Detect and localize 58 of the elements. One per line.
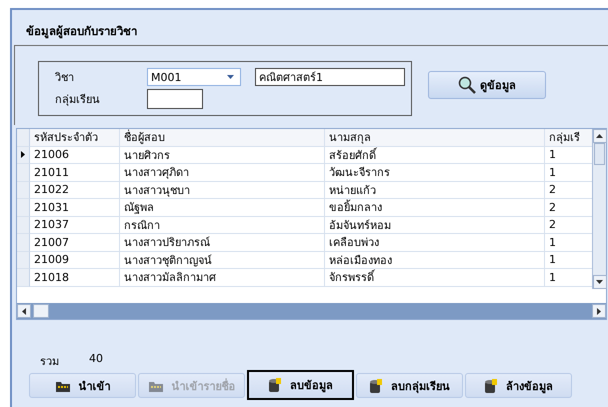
table-cell: กรณิกา [120,216,325,234]
table-cell: 21037 [30,216,120,234]
table-cell: ณัฐพล [120,199,325,216]
total-label: รวม [40,354,59,366]
action-button[interactable]: ลบข้อมูล [247,370,354,400]
horizontal-scrollbar[interactable] [17,303,606,319]
table-cell: 21022 [30,182,120,199]
table-cell: นางสาวชุติกาญจน์ [120,252,325,269]
table-cell: หน่ายแก้ว [325,182,545,199]
column-header[interactable]: นามสกุล [325,129,545,146]
column-header[interactable]: รหัสประจำตัว [30,129,120,146]
vertical-scrollbar[interactable] [592,129,606,289]
database-icon [369,378,383,394]
view-data-button[interactable]: ดูข้อมูล [428,71,546,99]
scroll-thumb[interactable] [33,304,49,318]
database-icon [484,378,498,394]
search-icon [458,76,476,94]
table-cell: 21018 [30,269,120,286]
window-title: ข้อมูลผู้สอบกับรายวิชา [25,23,138,40]
table-cell: นางสาวปริยาภรณ์ [120,234,325,252]
column-header[interactable]: กลุ่มเรี [545,129,594,146]
scroll-left-icon [22,308,26,314]
table-cell: 21011 [30,164,120,182]
table-cell: จักรพรรดิ์ [325,269,545,286]
group-label: กลุ่มเรียน [54,92,101,108]
table-cell: อ้มจันทร์หอม [325,216,545,234]
scroll-right-icon [597,308,601,314]
subject-name-field[interactable]: คณิตศาสตร์1 [255,68,405,86]
table-cell: วัฒนะจีรากร [325,164,545,182]
scroll-up-icon [596,134,603,138]
scroll-down-icon [596,280,603,284]
table-cell: นายศิวกร [120,146,325,164]
current-row-icon [21,151,25,158]
table-cell: 21031 [30,199,120,216]
header-corner [17,129,30,146]
table-cell: นางสาวนุชบา [120,182,325,199]
table-cell: ขอยิ้มกลาง [325,199,545,216]
action-button[interactable]: ล้างข้อมูล [465,373,572,398]
database-icon [268,377,282,393]
action-button[interactable]: นำเข้า [29,373,136,398]
group-field[interactable] [147,89,203,109]
table-cell: นางสาวศุภิดา [120,164,325,182]
column-header[interactable]: ชื่อผู้สอบ [120,129,325,146]
subject-combo[interactable]: M001 [147,68,241,86]
table-cell: 21006 [30,146,120,164]
row-header[interactable] [17,146,30,164]
table-cell: 21007 [30,234,120,252]
table-cell: หล่อเมืองทอง [325,252,545,269]
table-cell: 21009 [30,252,120,269]
action-button[interactable]: ลบกลุ่มเรียน [356,373,463,398]
table-cell: นางสาวมัลลิกามาศ [120,269,325,286]
subject-label: วิชา [54,70,75,86]
dropdown-arrow-icon [227,75,234,79]
table-cell: เคลือบพ่วง [325,234,545,252]
table-cell: 1 [545,146,594,164]
total-value: 40 [89,352,103,366]
table-cell: สร้อยศักดิ์ [325,146,545,164]
scroll-thumb[interactable] [594,143,605,165]
